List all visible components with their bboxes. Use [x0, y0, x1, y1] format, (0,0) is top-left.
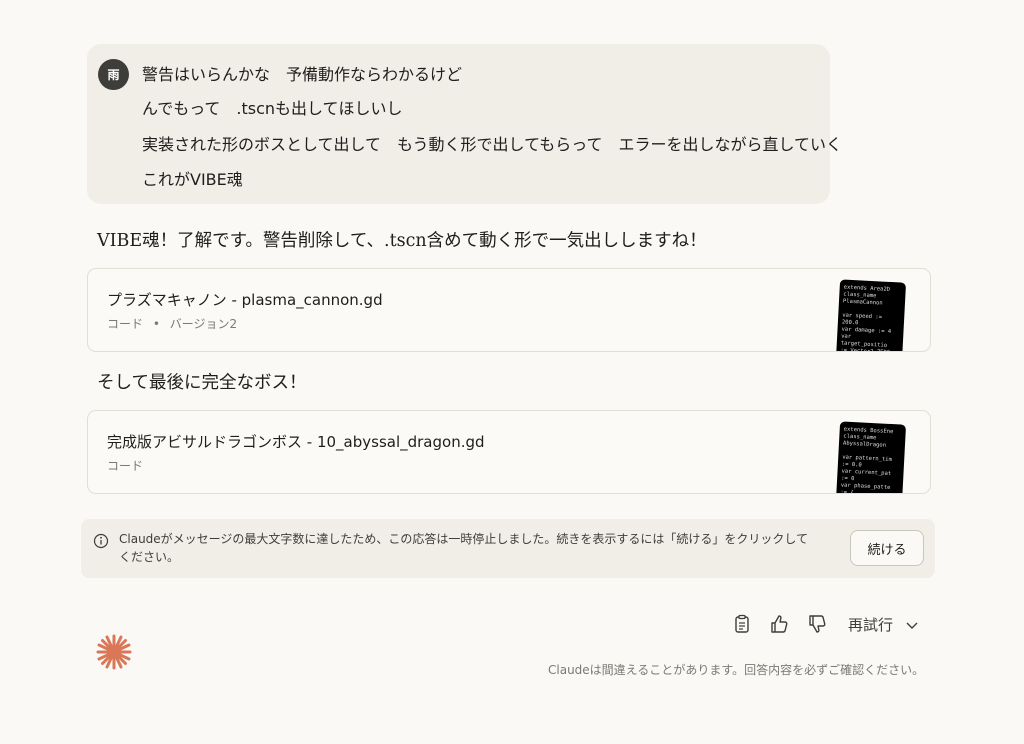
meta-separator-dot: •: [152, 317, 160, 331]
artifact-meta: コード • バージョン2: [107, 315, 237, 332]
code-thumbnail: extends BossEne class_name AbyssalDragon…: [835, 421, 907, 493]
user-message-line: これがVIBE魂: [142, 170, 243, 189]
claude-logo-icon: [96, 634, 132, 670]
thumbs-up-icon[interactable]: [768, 613, 790, 635]
artifact-title: プラズマキャノン - plasma_cannon.gd: [107, 291, 383, 309]
thumbs-down-icon[interactable]: [806, 613, 828, 635]
artifact-type: コード: [107, 459, 144, 473]
user-message-bubble: 雨 警告はいらんかな 予備動作ならわかるけど んでもって .tscnも出してほし…: [87, 44, 842, 204]
max-length-notice: Claudeがメッセージの最大文字数に達したため、この応答は一時停止しました。続…: [81, 519, 935, 578]
artifact-card-plasma-cannon[interactable]: プラズマキャノン - plasma_cannon.gd コード • バージョン2…: [87, 268, 931, 352]
artifact-title: 完成版アビサルドラゴンボス - 10_abyssal_dragon.gd: [107, 433, 485, 451]
continue-button[interactable]: 続ける: [850, 530, 924, 566]
code-thumbnail: extends Area2D class_name PlasmaCannon v…: [835, 279, 907, 351]
user-avatar: 雨: [98, 59, 129, 90]
assistant-middle-text: そして最後に完全なボス！: [97, 373, 307, 393]
chevron-down-icon[interactable]: [905, 618, 919, 632]
info-icon: [93, 533, 109, 549]
retry-button[interactable]: 再試行: [848, 614, 893, 635]
copy-icon[interactable]: [731, 613, 753, 635]
user-message-line: 実装された形のボスとして出して もう動く形で出してもらって エラーを出しながら直…: [142, 135, 843, 154]
artifact-type: コード: [107, 317, 144, 331]
assistant-intro-text: VIBE魂！了解です。警告削除して、.tscn含めて動く形で一気出ししますね！: [97, 231, 707, 251]
user-message-line: 警告はいらんかな 予備動作ならわかるけど: [142, 65, 463, 84]
disclaimer-text: Claudeは間違えることがあります。回答内容を必ずご確認ください。: [548, 663, 925, 677]
artifact-version: バージョン2: [169, 317, 238, 331]
artifact-meta: コード: [107, 457, 143, 474]
user-message-line: んでもって .tscnも出してほしいし: [142, 99, 403, 118]
artifact-card-abyssal-dragon[interactable]: 完成版アビサルドラゴンボス - 10_abyssal_dragon.gd コード…: [87, 410, 931, 494]
notice-text: Claudeがメッセージの最大文字数に達したため、この応答は一時停止しました。続…: [119, 532, 809, 564]
